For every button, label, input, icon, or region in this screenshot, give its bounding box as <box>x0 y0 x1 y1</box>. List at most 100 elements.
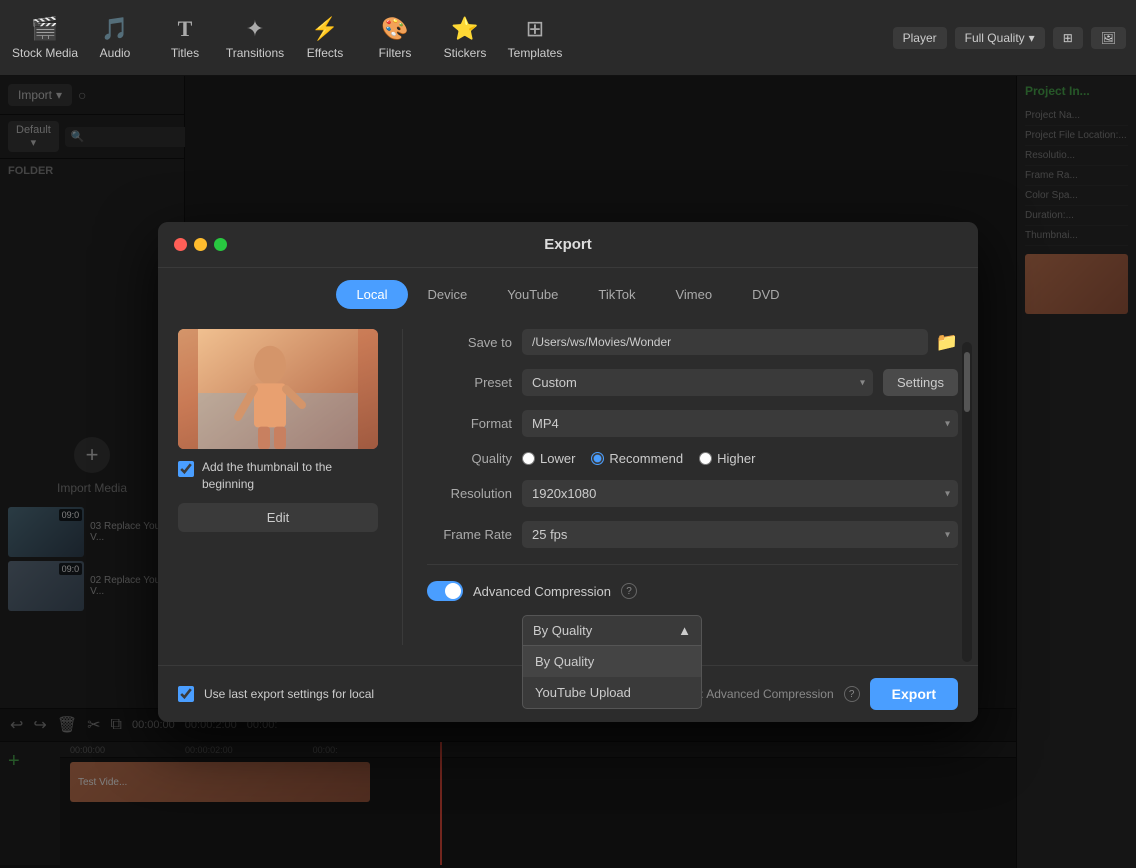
toolbar-audio-label: Audio <box>100 46 131 60</box>
compression-chevron-icon: ▲ <box>678 623 691 638</box>
resolution-select[interactable]: 1920x1080 <box>522 480 958 507</box>
window-controls <box>174 238 227 251</box>
templates-icon: ⊞ <box>526 16 544 42</box>
audio-icon: 🎵 <box>101 16 128 42</box>
quality-chevron-icon: ▾ <box>1029 31 1035 45</box>
quality-lower-option[interactable]: Lower <box>522 451 575 466</box>
toolbar-stock-media[interactable]: 🎬 Stock Media <box>10 3 80 73</box>
tab-tiktok[interactable]: TikTok <box>578 280 655 309</box>
thumbnail-checkbox-row: Add the thumbnail to the beginning <box>178 459 378 493</box>
toolbar-titles[interactable]: T Titles <box>150 3 220 73</box>
close-window-button[interactable] <box>174 238 187 251</box>
save-to-row: Save to 📁 <box>427 329 958 355</box>
toolbar-transitions-label: Transitions <box>226 46 284 60</box>
quality-recommend-radio[interactable] <box>591 452 604 465</box>
quality-button[interactable]: Full Quality ▾ <box>955 27 1045 49</box>
preset-select-wrapper: Custom ▾ <box>522 369 873 396</box>
format-select[interactable]: MP4 <box>522 410 958 437</box>
export-button[interactable]: Export <box>870 678 958 710</box>
player-button[interactable]: Player <box>893 27 947 49</box>
modal-body: Add the thumbnail to the beginning Edit … <box>158 309 978 665</box>
modal-header: Export <box>158 222 978 268</box>
compression-dropdown-selected[interactable]: By Quality ▲ <box>522 615 702 645</box>
save-to-input-group: 📁 <box>522 329 958 355</box>
toolbar-audio[interactable]: 🎵 Audio <box>80 3 150 73</box>
person-illustration <box>178 329 378 449</box>
toolbar-filters-label: Filters <box>379 46 412 60</box>
advanced-compression-help-icon[interactable]: ? <box>621 583 637 599</box>
toolbar-stickers[interactable]: ⭐ Stickers <box>430 3 500 73</box>
top-right-controls: Player Full Quality ▾ ⊞ 🖼 <box>893 27 1126 49</box>
modal-thumbnail-panel: Add the thumbnail to the beginning Edit <box>178 329 378 645</box>
toolbar-stock-media-label: Stock Media <box>12 46 78 60</box>
size-help-icon[interactable]: ? <box>844 686 860 702</box>
format-row: Format MP4 ▾ <box>427 410 958 437</box>
tab-device[interactable]: Device <box>408 280 488 309</box>
image-view-button[interactable]: 🖼 <box>1091 27 1126 49</box>
save-to-label: Save to <box>427 335 512 350</box>
preset-select[interactable]: Custom <box>522 369 873 396</box>
toolbar-transitions[interactable]: ✦ Transitions <box>220 3 290 73</box>
format-select-wrapper: MP4 ▾ <box>522 410 958 437</box>
preset-row: Preset Custom ▾ Settings <box>427 369 958 396</box>
quality-recommend-label: Recommend <box>609 451 683 466</box>
toolbar-stickers-label: Stickers <box>444 46 487 60</box>
tab-youtube[interactable]: YouTube <box>487 280 578 309</box>
tab-local[interactable]: Local <box>336 280 407 309</box>
quality-label: Full Quality <box>965 31 1025 45</box>
main-toolbar: 🎬 Stock Media 🎵 Audio T Titles ✦ Transit… <box>0 0 1136 76</box>
toolbar-templates-label: Templates <box>508 46 563 60</box>
stock-media-icon: 🎬 <box>31 16 58 42</box>
quality-label: Quality <box>427 451 512 466</box>
toolbar-templates[interactable]: ⊞ Templates <box>500 3 570 73</box>
thumbnail-preview <box>178 329 378 449</box>
settings-button[interactable]: Settings <box>883 369 958 396</box>
folder-browse-button[interactable]: 📁 <box>936 332 958 353</box>
toolbar-effects-label: Effects <box>307 46 343 60</box>
edit-thumbnail-button[interactable]: Edit <box>178 503 378 532</box>
modal-scrollbar-area[interactable] <box>962 342 972 662</box>
export-modal: Export Local Device YouTube TikTok Vimeo… <box>158 222 978 722</box>
thumbnail-checkbox-label: Add the thumbnail to the beginning <box>202 459 378 493</box>
frame-rate-label: Frame Rate <box>427 527 512 542</box>
resolution-select-wrapper: 1920x1080 ▾ <box>522 480 958 507</box>
advanced-compression-toggle[interactable] <box>427 581 463 601</box>
toolbar-titles-label: Titles <box>171 46 199 60</box>
quality-higher-radio[interactable] <box>699 452 712 465</box>
compression-dropdown-options: By Quality YouTube Upload <box>522 645 702 709</box>
frame-rate-select-wrapper: 25 fps ▾ <box>522 521 958 548</box>
frame-rate-row: Frame Rate 25 fps ▾ <box>427 521 958 548</box>
toolbar-effects[interactable]: ⚡ Effects <box>290 3 360 73</box>
format-label: Format <box>427 416 512 431</box>
tab-vimeo[interactable]: Vimeo <box>655 280 732 309</box>
quality-higher-label: Higher <box>717 451 755 466</box>
maximize-window-button[interactable] <box>214 238 227 251</box>
modal-divider <box>402 329 403 645</box>
preset-label: Preset <box>427 375 512 390</box>
compression-selected-label: By Quality <box>533 623 592 638</box>
use-last-settings-checkbox[interactable] <box>178 686 194 702</box>
quality-options: Lower Recommend Higher <box>522 451 755 466</box>
thumbnail-checkbox[interactable] <box>178 461 194 477</box>
advanced-compression-label: Advanced Compression <box>473 584 611 599</box>
quality-row: Quality Lower Recommend Higher <box>427 451 958 466</box>
tab-dvd[interactable]: DVD <box>732 280 799 309</box>
modal-settings-panel: Save to 📁 Preset Custom ▾ Sett <box>427 329 958 645</box>
filters-icon: 🎨 <box>381 16 408 42</box>
use-last-settings-label: Use last export settings for local <box>204 687 562 701</box>
effects-icon: ⚡ <box>311 16 338 42</box>
save-to-input[interactable] <box>522 329 928 355</box>
grid-view-button[interactable]: ⊞ <box>1053 27 1083 49</box>
modal-scrollbar-thumb <box>964 352 970 412</box>
quality-lower-label: Lower <box>540 451 575 466</box>
titles-icon: T <box>178 16 193 42</box>
toolbar-filters[interactable]: 🎨 Filters <box>360 3 430 73</box>
quality-recommend-option[interactable]: Recommend <box>591 451 683 466</box>
compression-option-by-quality[interactable]: By Quality <box>523 646 701 677</box>
quality-lower-radio[interactable] <box>522 452 535 465</box>
quality-higher-option[interactable]: Higher <box>699 451 755 466</box>
minimize-window-button[interactable] <box>194 238 207 251</box>
compression-dropdown: By Quality ▲ By Quality YouTube Upload <box>522 615 958 645</box>
frame-rate-select[interactable]: 25 fps <box>522 521 958 548</box>
compression-option-youtube[interactable]: YouTube Upload <box>523 677 701 708</box>
